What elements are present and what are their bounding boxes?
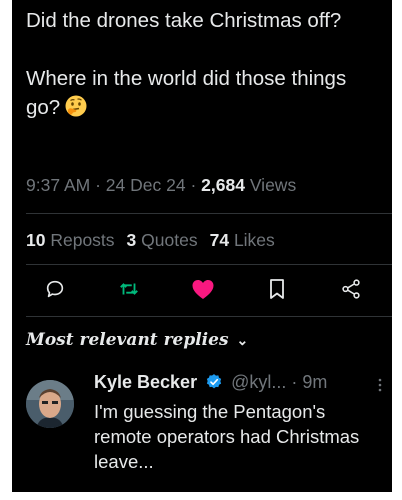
reposts-count: 10 bbox=[26, 230, 46, 250]
reposts-label: Reposts bbox=[50, 230, 115, 250]
replies-sort-dropdown[interactable]: Most relevant replies ⌄ bbox=[26, 330, 248, 350]
more-options-icon[interactable] bbox=[378, 378, 382, 395]
likes-stat[interactable]: 74 Likes bbox=[210, 230, 275, 250]
reply-text: I'm guessing the Pentagon's remote opera… bbox=[94, 401, 360, 472]
meta-separator: · bbox=[190, 175, 197, 195]
bookmark-button[interactable] bbox=[264, 278, 290, 304]
divider bbox=[26, 316, 392, 317]
meta-separator: · bbox=[95, 175, 101, 195]
divider bbox=[26, 264, 392, 265]
views-label: Views bbox=[249, 175, 297, 195]
reply-time[interactable]: 9m bbox=[302, 372, 327, 392]
likes-count: 74 bbox=[209, 230, 230, 250]
verified-badge-icon bbox=[205, 373, 223, 391]
divider bbox=[26, 213, 392, 214]
tweet-date: 24 Dec 24 bbox=[105, 175, 186, 195]
tweet-time: 9:37 AM bbox=[26, 175, 91, 195]
engagement-stats: 10 Reposts 3 Quotes 74 Likes bbox=[26, 230, 275, 251]
tweet-body: Did the drones take Christmas off? Where… bbox=[26, 6, 386, 122]
likes-label: Likes bbox=[233, 230, 275, 250]
reply-icon bbox=[44, 278, 66, 305]
quotes-stat[interactable]: 3 Quotes bbox=[127, 230, 198, 250]
reply-header: Kyle Becker @kyl... · 9m bbox=[94, 372, 327, 393]
share-icon bbox=[340, 278, 362, 305]
reply-author-handle[interactable]: @kyl... bbox=[231, 372, 286, 392]
tweet-meta: 9:37 AM · 24 Dec 24 · 2,684 Views bbox=[26, 175, 296, 196]
tweet-line-2: Where in the world did those things go? bbox=[26, 64, 386, 122]
bookmark-icon bbox=[267, 278, 287, 305]
reply-author-name[interactable]: Kyle Becker bbox=[94, 372, 197, 392]
heart-icon bbox=[191, 278, 215, 305]
repost-icon bbox=[118, 278, 140, 305]
replies-header-label: Most relevant replies bbox=[26, 330, 229, 350]
quotes-count: 3 bbox=[126, 230, 137, 250]
avatar[interactable] bbox=[26, 380, 74, 428]
reply-button[interactable] bbox=[42, 278, 68, 304]
tweet-line-1: Did the drones take Christmas off? bbox=[26, 9, 342, 32]
action-bar bbox=[26, 276, 378, 306]
views-count[interactable]: 2,684 bbox=[201, 175, 245, 195]
tweet-detail-view: Did the drones take Christmas off? Where… bbox=[12, 0, 392, 492]
share-button[interactable] bbox=[338, 278, 364, 304]
like-button[interactable] bbox=[190, 278, 216, 304]
thinking-face-emoji-icon bbox=[64, 94, 88, 118]
reply-separator: · bbox=[291, 372, 298, 392]
reposts-stat[interactable]: 10 Reposts bbox=[26, 230, 115, 250]
repost-button[interactable] bbox=[116, 278, 142, 304]
chevron-down-icon: ⌄ bbox=[236, 333, 249, 349]
quotes-label: Quotes bbox=[141, 230, 198, 250]
